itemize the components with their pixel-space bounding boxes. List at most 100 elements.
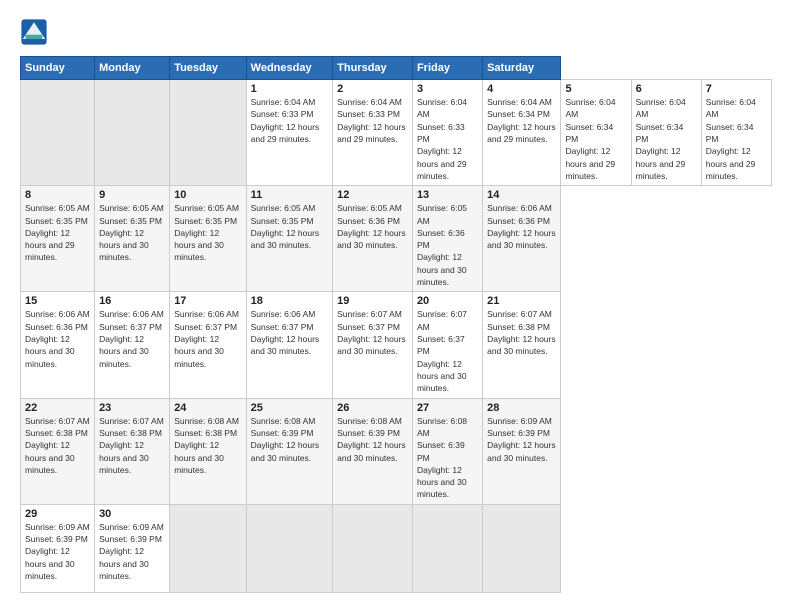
day-info: Sunrise: 6:05 AMSunset: 6:35 PMDaylight:… bbox=[251, 202, 329, 251]
day-number: 3 bbox=[417, 83, 478, 95]
weekday-header-thursday: Thursday bbox=[333, 57, 413, 80]
calendar-day-11: 11 Sunrise: 6:05 AMSunset: 6:35 PMDaylig… bbox=[246, 186, 333, 292]
calendar-day-7: 7 Sunrise: 6:04 AMSunset: 6:34 PMDayligh… bbox=[701, 80, 771, 186]
calendar-day-29: 29 Sunrise: 6:09 AMSunset: 6:39 PMDaylig… bbox=[21, 504, 95, 592]
weekday-header-wednesday: Wednesday bbox=[246, 57, 333, 80]
calendar-week-1: 8 Sunrise: 6:05 AMSunset: 6:35 PMDayligh… bbox=[21, 186, 772, 292]
day-number: 18 bbox=[251, 295, 329, 307]
weekday-header-saturday: Saturday bbox=[483, 57, 561, 80]
day-info: Sunrise: 6:06 AMSunset: 6:37 PMDaylight:… bbox=[174, 308, 241, 370]
logo bbox=[20, 18, 50, 46]
calendar-empty bbox=[95, 80, 170, 186]
day-info: Sunrise: 6:07 AMSunset: 6:38 PMDaylight:… bbox=[99, 415, 165, 477]
day-number: 23 bbox=[99, 402, 165, 414]
calendar-empty bbox=[21, 80, 95, 186]
calendar-empty bbox=[170, 504, 246, 592]
day-number: 21 bbox=[487, 295, 556, 307]
calendar-empty bbox=[246, 504, 333, 592]
calendar-day-8: 8 Sunrise: 6:05 AMSunset: 6:35 PMDayligh… bbox=[21, 186, 95, 292]
calendar-day-5: 5 Sunrise: 6:04 AMSunset: 6:34 PMDayligh… bbox=[561, 80, 631, 186]
day-info: Sunrise: 6:04 AMSunset: 6:33 PMDaylight:… bbox=[337, 96, 408, 145]
calendar-empty bbox=[170, 80, 246, 186]
day-number: 22 bbox=[25, 402, 90, 414]
calendar-day-30: 30 Sunrise: 6:09 AMSunset: 6:39 PMDaylig… bbox=[95, 504, 170, 592]
calendar-day-12: 12 Sunrise: 6:05 AMSunset: 6:36 PMDaylig… bbox=[333, 186, 413, 292]
day-info: Sunrise: 6:08 AMSunset: 6:38 PMDaylight:… bbox=[174, 415, 241, 477]
calendar-day-1: 1 Sunrise: 6:04 AMSunset: 6:33 PMDayligh… bbox=[246, 80, 333, 186]
day-info: Sunrise: 6:04 AMSunset: 6:34 PMDaylight:… bbox=[565, 96, 626, 182]
day-number: 5 bbox=[565, 83, 626, 95]
calendar-day-28: 28 Sunrise: 6:09 AMSunset: 6:39 PMDaylig… bbox=[483, 398, 561, 504]
day-info: Sunrise: 6:05 AMSunset: 6:35 PMDaylight:… bbox=[174, 202, 241, 264]
calendar-week-3: 22 Sunrise: 6:07 AMSunset: 6:38 PMDaylig… bbox=[21, 398, 772, 504]
day-info: Sunrise: 6:05 AMSunset: 6:35 PMDaylight:… bbox=[25, 202, 90, 264]
calendar-day-26: 26 Sunrise: 6:08 AMSunset: 6:39 PMDaylig… bbox=[333, 398, 413, 504]
weekday-header-monday: Monday bbox=[95, 57, 170, 80]
day-info: Sunrise: 6:06 AMSunset: 6:37 PMDaylight:… bbox=[251, 308, 329, 357]
day-info: Sunrise: 6:06 AMSunset: 6:37 PMDaylight:… bbox=[99, 308, 165, 370]
day-number: 30 bbox=[99, 508, 165, 520]
calendar-day-14: 14 Sunrise: 6:06 AMSunset: 6:36 PMDaylig… bbox=[483, 186, 561, 292]
day-info: Sunrise: 6:08 AMSunset: 6:39 PMDaylight:… bbox=[417, 415, 478, 501]
calendar-day-23: 23 Sunrise: 6:07 AMSunset: 6:38 PMDaylig… bbox=[95, 398, 170, 504]
day-info: Sunrise: 6:08 AMSunset: 6:39 PMDaylight:… bbox=[251, 415, 329, 464]
day-info: Sunrise: 6:04 AMSunset: 6:34 PMDaylight:… bbox=[706, 96, 767, 182]
calendar-day-4: 4 Sunrise: 6:04 AMSunset: 6:34 PMDayligh… bbox=[483, 80, 561, 186]
calendar-day-10: 10 Sunrise: 6:05 AMSunset: 6:35 PMDaylig… bbox=[170, 186, 246, 292]
weekday-header-tuesday: Tuesday bbox=[170, 57, 246, 80]
day-number: 14 bbox=[487, 189, 556, 201]
calendar-empty bbox=[412, 504, 482, 592]
day-info: Sunrise: 6:08 AMSunset: 6:39 PMDaylight:… bbox=[337, 415, 408, 464]
calendar-day-27: 27 Sunrise: 6:08 AMSunset: 6:39 PMDaylig… bbox=[412, 398, 482, 504]
day-info: Sunrise: 6:07 AMSunset: 6:38 PMDaylight:… bbox=[25, 415, 90, 477]
day-info: Sunrise: 6:06 AMSunset: 6:36 PMDaylight:… bbox=[487, 202, 556, 251]
day-info: Sunrise: 6:04 AMSunset: 6:34 PMDaylight:… bbox=[636, 96, 697, 182]
day-number: 20 bbox=[417, 295, 478, 307]
day-number: 12 bbox=[337, 189, 408, 201]
calendar-day-6: 6 Sunrise: 6:04 AMSunset: 6:34 PMDayligh… bbox=[631, 80, 701, 186]
calendar-day-9: 9 Sunrise: 6:05 AMSunset: 6:35 PMDayligh… bbox=[95, 186, 170, 292]
day-number: 10 bbox=[174, 189, 241, 201]
day-info: Sunrise: 6:09 AMSunset: 6:39 PMDaylight:… bbox=[99, 521, 165, 583]
day-number: 6 bbox=[636, 83, 697, 95]
day-number: 1 bbox=[251, 83, 329, 95]
day-info: Sunrise: 6:05 AMSunset: 6:35 PMDaylight:… bbox=[99, 202, 165, 264]
day-info: Sunrise: 6:05 AMSunset: 6:36 PMDaylight:… bbox=[417, 202, 478, 288]
calendar-day-22: 22 Sunrise: 6:07 AMSunset: 6:38 PMDaylig… bbox=[21, 398, 95, 504]
calendar-day-3: 3 Sunrise: 6:04 AMSunset: 6:33 PMDayligh… bbox=[412, 80, 482, 186]
day-info: Sunrise: 6:09 AMSunset: 6:39 PMDaylight:… bbox=[487, 415, 556, 464]
day-number: 24 bbox=[174, 402, 241, 414]
calendar-table: SundayMondayTuesdayWednesdayThursdayFrid… bbox=[20, 56, 772, 593]
calendar-week-4: 29 Sunrise: 6:09 AMSunset: 6:39 PMDaylig… bbox=[21, 504, 772, 592]
day-number: 27 bbox=[417, 402, 478, 414]
calendar-day-15: 15 Sunrise: 6:06 AMSunset: 6:36 PMDaylig… bbox=[21, 292, 95, 398]
day-info: Sunrise: 6:07 AMSunset: 6:38 PMDaylight:… bbox=[487, 308, 556, 357]
calendar-day-19: 19 Sunrise: 6:07 AMSunset: 6:37 PMDaylig… bbox=[333, 292, 413, 398]
day-number: 4 bbox=[487, 83, 556, 95]
day-info: Sunrise: 6:07 AMSunset: 6:37 PMDaylight:… bbox=[417, 308, 478, 394]
day-info: Sunrise: 6:09 AMSunset: 6:39 PMDaylight:… bbox=[25, 521, 90, 583]
logo-icon bbox=[20, 18, 48, 46]
day-info: Sunrise: 6:04 AMSunset: 6:34 PMDaylight:… bbox=[487, 96, 556, 145]
calendar-day-16: 16 Sunrise: 6:06 AMSunset: 6:37 PMDaylig… bbox=[95, 292, 170, 398]
day-number: 7 bbox=[706, 83, 767, 95]
calendar-day-2: 2 Sunrise: 6:04 AMSunset: 6:33 PMDayligh… bbox=[333, 80, 413, 186]
calendar-day-20: 20 Sunrise: 6:07 AMSunset: 6:37 PMDaylig… bbox=[412, 292, 482, 398]
calendar-day-17: 17 Sunrise: 6:06 AMSunset: 6:37 PMDaylig… bbox=[170, 292, 246, 398]
day-number: 25 bbox=[251, 402, 329, 414]
day-number: 16 bbox=[99, 295, 165, 307]
calendar-day-18: 18 Sunrise: 6:06 AMSunset: 6:37 PMDaylig… bbox=[246, 292, 333, 398]
day-info: Sunrise: 6:04 AMSunset: 6:33 PMDaylight:… bbox=[251, 96, 329, 145]
calendar-day-21: 21 Sunrise: 6:07 AMSunset: 6:38 PMDaylig… bbox=[483, 292, 561, 398]
day-info: Sunrise: 6:05 AMSunset: 6:36 PMDaylight:… bbox=[337, 202, 408, 251]
calendar-week-2: 15 Sunrise: 6:06 AMSunset: 6:36 PMDaylig… bbox=[21, 292, 772, 398]
day-info: Sunrise: 6:07 AMSunset: 6:37 PMDaylight:… bbox=[337, 308, 408, 357]
calendar-day-25: 25 Sunrise: 6:08 AMSunset: 6:39 PMDaylig… bbox=[246, 398, 333, 504]
day-number: 29 bbox=[25, 508, 90, 520]
calendar-empty bbox=[333, 504, 413, 592]
calendar-day-24: 24 Sunrise: 6:08 AMSunset: 6:38 PMDaylig… bbox=[170, 398, 246, 504]
header bbox=[20, 18, 772, 46]
day-number: 2 bbox=[337, 83, 408, 95]
day-number: 8 bbox=[25, 189, 90, 201]
day-number: 26 bbox=[337, 402, 408, 414]
